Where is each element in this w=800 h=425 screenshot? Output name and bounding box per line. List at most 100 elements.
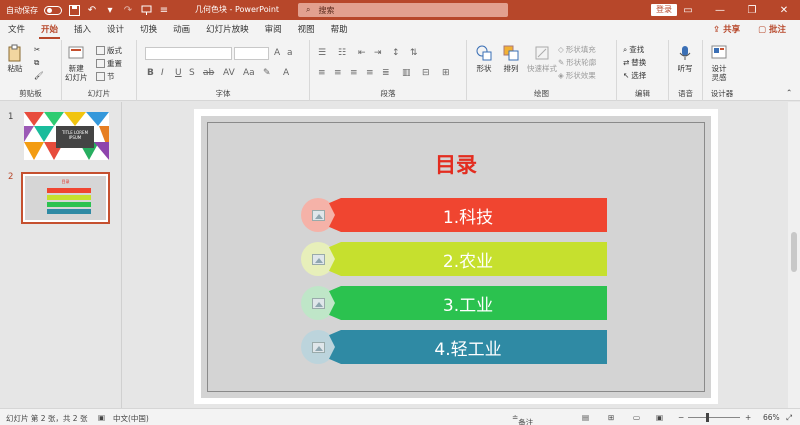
align-right-icon[interactable]: ≡ <box>350 68 358 78</box>
columns-icon[interactable]: ▥ <box>402 68 411 78</box>
comments-button[interactable]: ▢ 批注 <box>758 23 786 35</box>
font-color-icon[interactable]: A <box>283 68 289 78</box>
bold-icon[interactable]: B <box>147 68 154 78</box>
align-left-icon[interactable]: ≡ <box>318 68 326 78</box>
section-button[interactable]: 节 <box>96 71 115 82</box>
toc-item[interactable]: 2.农业 <box>301 242 611 278</box>
arrange-button[interactable]: 排列 <box>502 44 520 73</box>
replace-button[interactable]: ⇄ 替换 <box>623 57 646 68</box>
distributed-icon[interactable]: ≣ <box>382 68 390 78</box>
strikethrough-icon[interactable]: ab <box>203 68 214 78</box>
toc-item-bar[interactable]: 4.轻工业 <box>329 330 607 364</box>
align-text-icon[interactable]: ⊟ <box>422 68 430 78</box>
slide-thumbnail-1[interactable]: TITLE LOREM IPSUM <box>24 112 109 160</box>
line-spacing-icon[interactable]: ↕ <box>392 48 400 58</box>
spacing-icon[interactable]: AV <box>223 68 235 78</box>
shape-fill-button[interactable]: ◇ 形状填充 <box>558 44 596 55</box>
new-slide-button[interactable]: 新建 幻灯片 <box>65 44 88 82</box>
paste-button[interactable]: 粘贴 <box>6 44 24 73</box>
thumbnail-pane: 1 TITLE LOREM IPSUM 2 目录 <box>0 102 122 408</box>
notes-button[interactable]: ≐ 备注 <box>512 413 533 425</box>
autosave-toggle[interactable] <box>44 5 62 15</box>
scrollbar-thumb[interactable] <box>791 232 797 272</box>
save-icon[interactable] <box>68 4 80 16</box>
copy-button[interactable]: ⧉ <box>34 58 39 68</box>
font-name-box[interactable] <box>145 47 232 60</box>
zoom-out-icon[interactable]: − <box>678 413 684 422</box>
highlight-icon[interactable]: ✎ <box>263 68 271 78</box>
italic-icon[interactable]: I <box>161 68 164 78</box>
dictate-button[interactable]: 听写 <box>676 44 694 73</box>
find-button[interactable]: ⌕ 查找 <box>623 44 644 55</box>
case-icon[interactable]: Aa <box>243 68 255 78</box>
shadow-icon[interactable]: S <box>189 68 195 78</box>
select-button[interactable]: ↖ 选择 <box>623 70 646 81</box>
tab-slideshow[interactable]: 幻灯片放映 <box>198 20 257 40</box>
toc-item[interactable]: 3.工业 <box>301 286 611 322</box>
tab-file[interactable]: 文件 <box>0 20 33 40</box>
toc-item[interactable]: 1.科技 <box>301 198 611 234</box>
collapse-ribbon-icon[interactable]: ⌃ <box>786 88 792 97</box>
smartart-icon[interactable]: ⊞ <box>442 68 450 78</box>
decrease-font-icon[interactable]: a <box>287 48 293 58</box>
normal-view-icon[interactable]: ▤ <box>582 413 589 422</box>
text-direction-icon[interactable]: ⇅ <box>410 48 418 58</box>
font-size-box[interactable] <box>234 47 269 60</box>
tab-design[interactable]: 设计 <box>99 20 132 40</box>
undo-icon[interactable]: ↶ <box>86 4 98 16</box>
chevron-down-icon[interactable]: ▾ <box>104 4 116 16</box>
slide-canvas[interactable]: 目录 1.科技 2.农业 3.工业 4.轻工业 <box>194 109 718 404</box>
tab-help[interactable]: 帮助 <box>323 20 356 40</box>
toc-item-bar[interactable]: 1.科技 <box>329 198 607 232</box>
cut-button[interactable]: ✂ <box>34 45 40 54</box>
format-painter-button[interactable]: 🖌 <box>34 71 44 80</box>
minimize-icon[interactable]: — <box>704 0 736 20</box>
tab-animations[interactable]: 动画 <box>165 20 198 40</box>
vertical-scrollbar[interactable] <box>788 102 800 408</box>
zoom-slider[interactable] <box>688 417 740 418</box>
shape-outline-button[interactable]: ✎ 形状轮廓 <box>558 57 596 68</box>
tab-home[interactable]: 开始 <box>33 20 66 40</box>
bullets-icon[interactable]: ☰ <box>318 48 326 58</box>
tab-insert[interactable]: 插入 <box>66 20 99 40</box>
tab-transitions[interactable]: 切换 <box>132 20 165 40</box>
language-status[interactable]: 中文(中国) <box>113 413 149 424</box>
toc-item-bar[interactable]: 2.农业 <box>329 242 607 276</box>
reset-button[interactable]: 重置 <box>96 58 122 69</box>
slide-title[interactable]: 目录 <box>194 149 718 179</box>
reading-view-icon[interactable]: ▭ <box>633 413 640 422</box>
shapes-button[interactable]: 形状 <box>475 44 493 73</box>
redo-icon[interactable]: ↷ <box>122 4 134 16</box>
increase-font-icon[interactable]: A <box>274 48 280 58</box>
numbering-icon[interactable]: ☷ <box>338 48 346 58</box>
toc-item-bar[interactable]: 3.工业 <box>329 286 607 320</box>
toc-item[interactable]: 4.轻工业 <box>301 330 611 366</box>
zoom-in-icon[interactable]: + <box>745 413 751 422</box>
decrease-indent-icon[interactable]: ⇤ <box>358 48 366 58</box>
underline-icon[interactable]: U <box>175 68 182 78</box>
customize-toolbar-icon[interactable]: ≡ <box>158 4 170 16</box>
maximize-icon[interactable]: ❐ <box>736 0 768 20</box>
increase-indent-icon[interactable]: ⇥ <box>374 48 382 58</box>
slide-sorter-icon[interactable]: ⊞ <box>608 413 614 422</box>
justify-icon[interactable]: ≡ <box>366 68 374 78</box>
shape-effects-button[interactable]: ◈ 形状效果 <box>558 70 596 81</box>
spelling-icon[interactable]: ▣ <box>98 413 105 422</box>
quick-styles-button[interactable]: 快速样式 <box>527 44 557 73</box>
tab-view[interactable]: 视图 <box>290 20 323 40</box>
share-button[interactable]: ⇪ 共享 <box>713 23 740 35</box>
ribbon-display-icon[interactable]: ▭ <box>672 0 704 20</box>
close-icon[interactable]: ✕ <box>768 0 800 20</box>
zoom-level[interactable]: 66% <box>763 413 780 422</box>
zoom-slider-handle[interactable] <box>706 413 709 422</box>
fit-to-window-icon[interactable]: ⤢ <box>786 413 792 423</box>
align-center-icon[interactable]: ≡ <box>334 68 342 78</box>
design-ideas-button[interactable]: 设计 灵感 <box>710 44 728 82</box>
slide-thumbnail-2[interactable]: 目录 <box>21 172 110 224</box>
search-box[interactable]: ⌕ 搜索 <box>298 3 508 17</box>
start-slideshow-icon[interactable] <box>140 4 152 16</box>
voice-group: 听写 语音 <box>669 40 703 101</box>
layout-button[interactable]: 版式 <box>96 45 122 56</box>
slideshow-view-icon[interactable]: ▣ <box>656 413 663 422</box>
tab-review[interactable]: 审阅 <box>257 20 290 40</box>
